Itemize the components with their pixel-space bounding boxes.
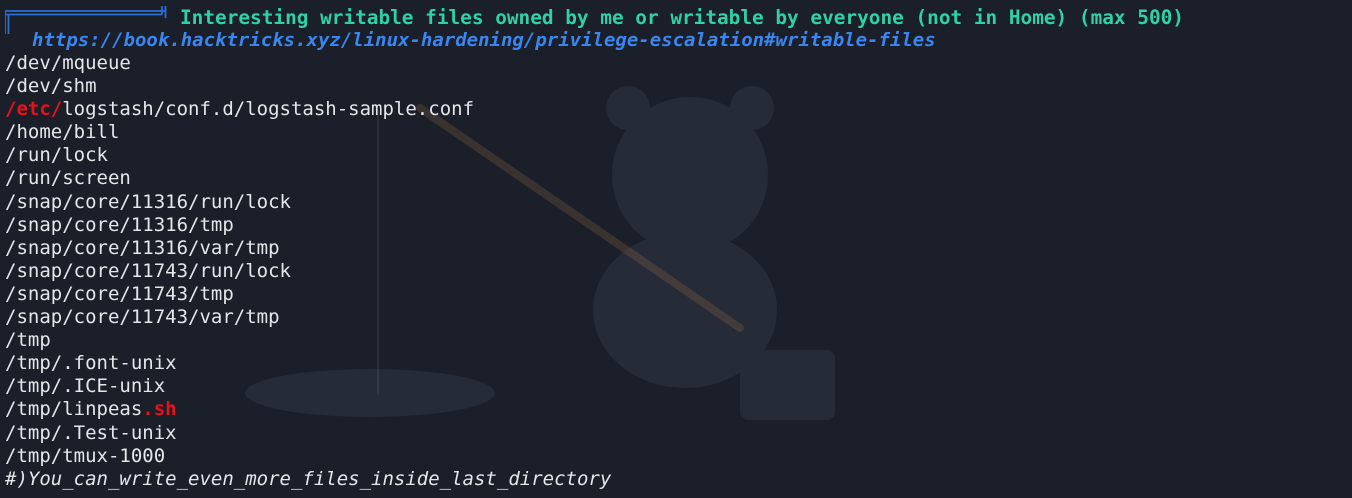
terminal-output: Interesting writable files owned by me o… [5, 6, 1352, 491]
path-segment: /snap/core/11743/tmp [5, 282, 234, 305]
path-segment: /tmp/.font-unix [5, 352, 177, 375]
section-header: Interesting writable files owned by me o… [5, 6, 1352, 34]
hacktricks-link[interactable]: https://book.hacktricks.xyz/linux-harden… [5, 29, 1352, 52]
path-line: /tmp/.font-unix [5, 352, 1352, 375]
section-box-decoration [5, 6, 167, 34]
path-line: /etc/logstash/conf.d/logstash-sample.con… [5, 98, 1352, 121]
path-line: /snap/core/11316/run/lock [5, 191, 1352, 214]
path-line: /run/screen [5, 167, 1352, 190]
path-segment: /home/bill [5, 121, 120, 144]
path-segment: /run/lock [5, 144, 108, 167]
path-line: /dev/mqueue [5, 52, 1352, 75]
highlighted-segment: .sh [142, 398, 177, 421]
path-segment: /tmp [5, 329, 51, 352]
terminal-window[interactable]: Interesting writable files owned by me o… [0, 0, 1352, 498]
path-line: /snap/core/11316/tmp [5, 214, 1352, 237]
path-line: /tmp/linpeas.sh [5, 398, 1352, 421]
path-segment: /run/screen [5, 167, 131, 190]
path-segment: /snap/core/11743/var/tmp [5, 306, 280, 329]
path-segment: /snap/core/11316/run/lock [5, 190, 291, 213]
path-line: /home/bill [5, 121, 1352, 144]
path-line: /snap/core/11743/var/tmp [5, 306, 1352, 329]
path-segment: logstash/conf.d/logstash-sample.conf [62, 98, 475, 121]
path-line: /run/lock [5, 144, 1352, 167]
path-line: /dev/shm [5, 75, 1352, 98]
path-line: /tmp [5, 329, 1352, 352]
path-segment: /tmp/linpeas [5, 398, 143, 421]
path-segment: /snap/core/11316/tmp [5, 213, 234, 236]
path-line: /tmp/tmux-1000 [5, 445, 1352, 468]
path-line: /snap/core/11743/run/lock [5, 260, 1352, 283]
path-line: /snap/core/11743/tmp [5, 283, 1352, 306]
path-segment: /tmp/.ICE-unix [5, 375, 166, 398]
path-line: /tmp/.ICE-unix [5, 375, 1352, 398]
section-title: Interesting writable files owned by me o… [180, 6, 1184, 29]
highlighted-segment: /etc/ [5, 98, 63, 121]
path-segment: /tmp/tmux-1000 [5, 444, 166, 467]
path-segment: /snap/core/11743/run/lock [5, 259, 291, 282]
path-line: /snap/core/11316/var/tmp [5, 237, 1352, 260]
path-segment: /snap/core/11316/var/tmp [5, 236, 280, 259]
writable-paths-list: /dev/mqueue/dev/shm/etc/logstash/conf.d/… [5, 52, 1352, 468]
path-line: /tmp/.Test-unix [5, 422, 1352, 445]
path-segment: /tmp/.Test-unix [5, 421, 177, 444]
footer-note: #)You_can_write_even_more_files_inside_l… [5, 467, 612, 490]
